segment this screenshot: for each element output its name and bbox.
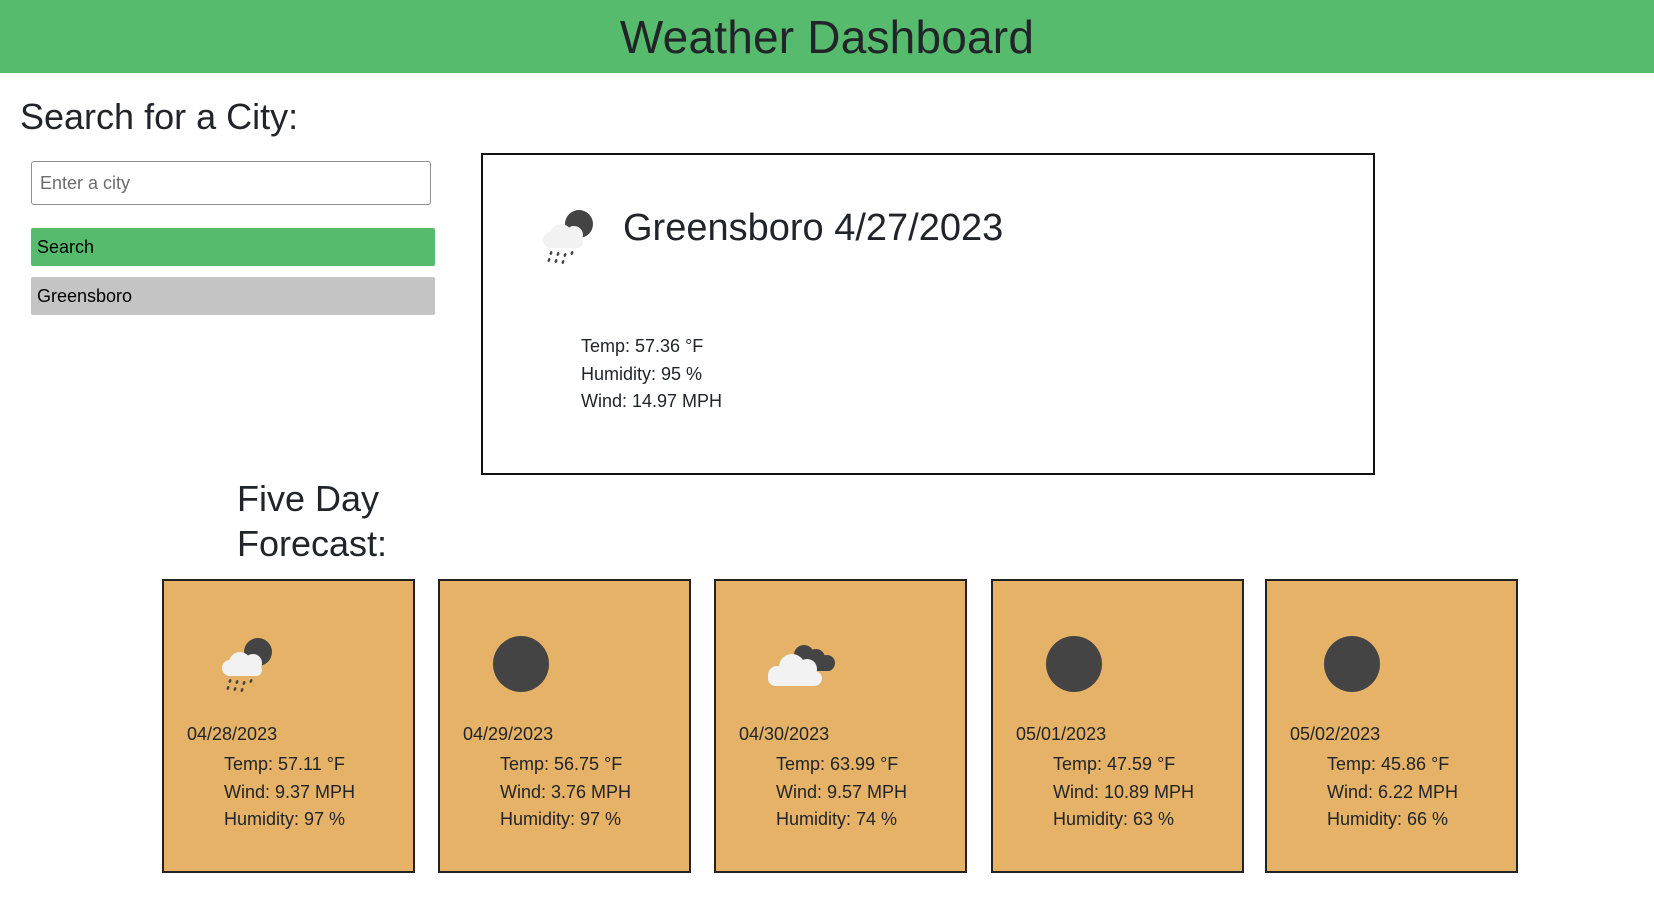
forecast-temp: Temp: 45.86 °F [1327, 754, 1450, 774]
current-temp: Temp: 57.36 °F [581, 336, 704, 356]
forecast-card: 05/02/2023 Temp: 45.86 °F Wind: 6.22 MPH… [1265, 579, 1518, 873]
forecast-temp: Temp: 56.75 °F [500, 754, 623, 774]
rain-cloud-night-icon [543, 210, 593, 264]
forecast-wind: Wind: 9.37 MPH [224, 781, 356, 802]
rain-cloud-night-icon [222, 638, 272, 692]
forecast-date: 04/30/2023 [739, 724, 830, 744]
clear-night-icon [1046, 636, 1102, 692]
forecast-wind: Wind: 6.22 MPH [1327, 781, 1459, 802]
forecast-stats: Temp: 47.59 °F Wind: 10.89 MPH Humidity:… [1053, 751, 1194, 834]
current-humidity: Humidity: 95 % [581, 363, 703, 384]
forecast-wind: Wind: 3.76 MPH [500, 781, 632, 802]
forecast-card: 04/28/2023 Temp: 57.11 °F Wind: 9.37 MPH… [162, 579, 415, 873]
forecast-humidity: Humidity: 97 % [224, 809, 346, 829]
forecast-date: 04/28/2023 [187, 724, 278, 744]
forecast-temp: Temp: 57.11 °F [224, 754, 345, 774]
current-weather-card: Greensboro 4/27/2023 Temp: 57.36 °F Humi… [481, 153, 1375, 475]
forecast-date: 05/02/2023 [1290, 724, 1381, 744]
forecast-date: 04/29/2023 [463, 724, 554, 744]
forecast-stats: Temp: 57.11 °F Wind: 9.37 MPH Humidity: … [224, 751, 355, 834]
current-wind: Wind: 14.97 MPH [581, 391, 723, 411]
forecast-stats: Temp: 45.86 °F Wind: 6.22 MPH Humidity: … [1327, 751, 1458, 834]
clear-night-icon [493, 636, 549, 692]
forecast-humidity: Humidity: 63 % [1053, 809, 1175, 829]
forecast-card: 04/29/2023 Temp: 56.75 °F Wind: 3.76 MPH… [438, 579, 691, 873]
search-button[interactable]: Search [31, 228, 435, 266]
clear-night-icon [1324, 636, 1380, 692]
broken-clouds-icon [768, 645, 835, 686]
search-title: Search for a City: [20, 96, 299, 137]
app-title: Weather Dashboard [619, 10, 1035, 63]
forecast-card: 04/30/2023 Temp: 63.99 °F Wind: 9.57 MPH… [714, 579, 967, 873]
forecast-date: 05/01/2023 [1016, 724, 1107, 744]
city-search-input[interactable] [31, 161, 431, 205]
forecast-title: Five Day Forecast: [237, 478, 388, 564]
forecast-wind: Wind: 10.89 MPH [1053, 781, 1195, 802]
forecast-humidity: Humidity: 74 % [776, 809, 898, 829]
current-city-date: Greensboro 4/27/2023 [623, 207, 1004, 249]
forecast-temp: Temp: 47.59 °F [1053, 754, 1176, 774]
forecast-temp: Temp: 63.99 °F [776, 754, 899, 774]
history-city-button[interactable]: Greensboro [31, 277, 435, 315]
forecast-humidity: Humidity: 66 % [1327, 809, 1449, 829]
forecast-humidity: Humidity: 97 % [500, 809, 622, 829]
forecast-stats: Temp: 56.75 °F Wind: 3.76 MPH Humidity: … [500, 751, 631, 834]
app-header: Weather Dashboard [0, 0, 1654, 73]
forecast-card: 05/01/2023 Temp: 47.59 °F Wind: 10.89 MP… [991, 579, 1244, 873]
forecast-stats: Temp: 63.99 °F Wind: 9.57 MPH Humidity: … [776, 751, 907, 834]
forecast-wind: Wind: 9.57 MPH [776, 781, 908, 802]
current-stats: Temp: 57.36 °F Humidity: 95 % Wind: 14.9… [581, 333, 722, 416]
